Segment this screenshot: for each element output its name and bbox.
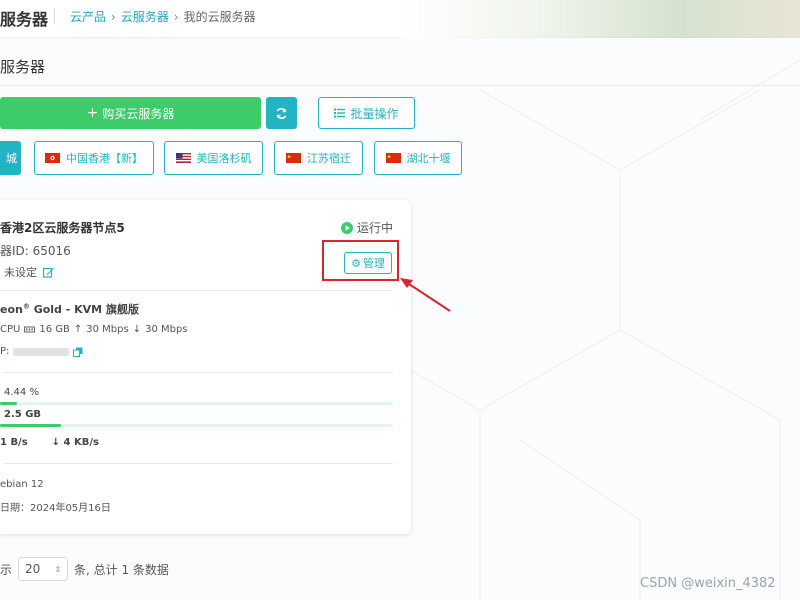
highlight-annotation-box bbox=[322, 240, 399, 281]
server-os: ebian 12 bbox=[0, 479, 44, 490]
memory-usage-fill bbox=[0, 424, 62, 427]
ip-address-masked bbox=[13, 347, 70, 356]
list-icon bbox=[334, 108, 346, 118]
buy-button-label: 购买云服务器 bbox=[102, 106, 175, 121]
page-size-value: 20 bbox=[25, 562, 41, 576]
server-spec: CPU 16 GB ↑ 30 Mbps ↓ 30 Mbps bbox=[0, 324, 188, 335]
region-tab-hubei-shiyan[interactable]: 湖北十堰 bbox=[374, 141, 462, 175]
region-tab-active[interactable]: 城 bbox=[0, 141, 21, 175]
region-label: 美国洛杉矶 bbox=[196, 152, 252, 165]
server-name: 香港2区云服务器节点5 bbox=[0, 221, 125, 235]
ip-label: P: bbox=[0, 346, 10, 357]
card-divider bbox=[0, 290, 393, 291]
play-icon bbox=[340, 221, 353, 234]
spec-bandwidth-down: 30 Mbps bbox=[145, 324, 188, 335]
region-label: 江苏宿迁 bbox=[307, 152, 351, 165]
spec-bandwidth-up: 30 Mbps bbox=[86, 324, 129, 335]
us-flag-icon bbox=[175, 153, 191, 163]
cpu-model-name: Gold - KVM 旗舰版 bbox=[29, 303, 139, 316]
network-traffic: 1 B/s ↓ 4 KB/s bbox=[0, 437, 99, 448]
app-title: 服务器 bbox=[0, 10, 49, 29]
top-bar: 服务器 云产品 › 云服务器 › 我的云服务器 bbox=[0, 0, 800, 38]
breadcrumb-my-cloud-server: 我的云服务器 bbox=[183, 10, 256, 24]
server-id: 器ID: 65016 bbox=[0, 244, 71, 258]
memory-usage-bar bbox=[0, 424, 393, 427]
registered-mark: ® bbox=[22, 302, 30, 311]
edit-icon[interactable] bbox=[43, 267, 54, 278]
hongkong-flag-icon bbox=[45, 153, 60, 163]
status-text: 运行中 bbox=[356, 221, 393, 235]
memory-icon bbox=[24, 326, 36, 332]
net-down-group: ↓ 4 KB/s bbox=[52, 437, 99, 448]
cpu-usage: 4.44 % bbox=[4, 387, 39, 398]
refresh-button[interactable] bbox=[266, 97, 297, 129]
plus-icon: + bbox=[86, 105, 99, 121]
region-tab-jiangsu-suqian[interactable]: 江苏宿迁 bbox=[274, 141, 363, 175]
buy-cloud-server-button[interactable]: + 购买云服务器 bbox=[0, 97, 261, 129]
arrow-down-icon: ↓ bbox=[51, 437, 61, 448]
breadcrumb: 云产品 › 云服务器 › 我的云服务器 bbox=[70, 8, 256, 25]
status-badge: 运行中 bbox=[340, 219, 393, 236]
cpu-model: eon® Gold - KVM 旗舰版 bbox=[0, 301, 139, 317]
batch-operation-button[interactable]: 批量操作 bbox=[318, 97, 415, 129]
server-remark: 未设定 bbox=[4, 264, 54, 280]
copy-icon[interactable] bbox=[73, 347, 83, 357]
region-tab-hongkong[interactable]: 中国香港【新】 bbox=[34, 141, 154, 175]
cpu-model-prefix: eon bbox=[0, 303, 23, 316]
arrow-up-icon: ↑ bbox=[73, 324, 83, 335]
page-title: 服务器 bbox=[0, 58, 46, 76]
arrow-down-icon: ↓ bbox=[132, 324, 142, 335]
chevron-right-icon: › bbox=[111, 10, 116, 24]
remark-value: 未设定 bbox=[4, 266, 37, 279]
chevron-right-icon: › bbox=[173, 10, 179, 24]
batch-button-label: 批量操作 bbox=[350, 106, 399, 121]
region-label: 湖北十堰 bbox=[406, 152, 451, 165]
server-ip: P: bbox=[0, 346, 83, 357]
spec-memory: 16 GB bbox=[39, 324, 70, 335]
watermark: CSDN @weixin_4382 bbox=[640, 576, 776, 591]
select-arrows-icon: ⇕ bbox=[54, 564, 62, 574]
net-up: 1 B/s bbox=[0, 437, 28, 448]
pagination: 示 20 ⇕ 条, 总计 1 条数据 bbox=[0, 557, 169, 581]
china-flag-icon bbox=[385, 153, 401, 163]
header-banner bbox=[400, 0, 800, 38]
region-label: 中国香港【新】 bbox=[66, 152, 143, 165]
breadcrumb-cloud-server[interactable]: 云服务器 bbox=[121, 10, 169, 24]
card-divider bbox=[4, 372, 393, 373]
pagination-summary: 条, 总计 1 条数据 bbox=[74, 562, 169, 577]
breadcrumb-cloud-products[interactable]: 云产品 bbox=[70, 10, 106, 24]
memory-usage: 2.5 GB bbox=[4, 409, 42, 420]
region-tab-losangeles[interactable]: 美国洛杉矶 bbox=[164, 141, 263, 175]
server-expiry: 日期：2024年05月16日 bbox=[0, 503, 111, 514]
title-divider bbox=[0, 85, 800, 86]
refresh-icon bbox=[276, 107, 287, 119]
cpu-usage-bar bbox=[0, 402, 393, 405]
china-flag-icon bbox=[286, 153, 301, 163]
page-size-select[interactable]: 20 ⇕ bbox=[18, 557, 69, 581]
card-divider bbox=[4, 463, 393, 464]
header-divider bbox=[54, 8, 55, 24]
net-down: 4 KB/s bbox=[63, 437, 99, 448]
pagination-prefix: 示 bbox=[0, 562, 13, 577]
spec-cpu: CPU bbox=[0, 324, 21, 335]
annotation-arrow-icon bbox=[400, 278, 451, 312]
cpu-usage-fill bbox=[0, 402, 18, 405]
